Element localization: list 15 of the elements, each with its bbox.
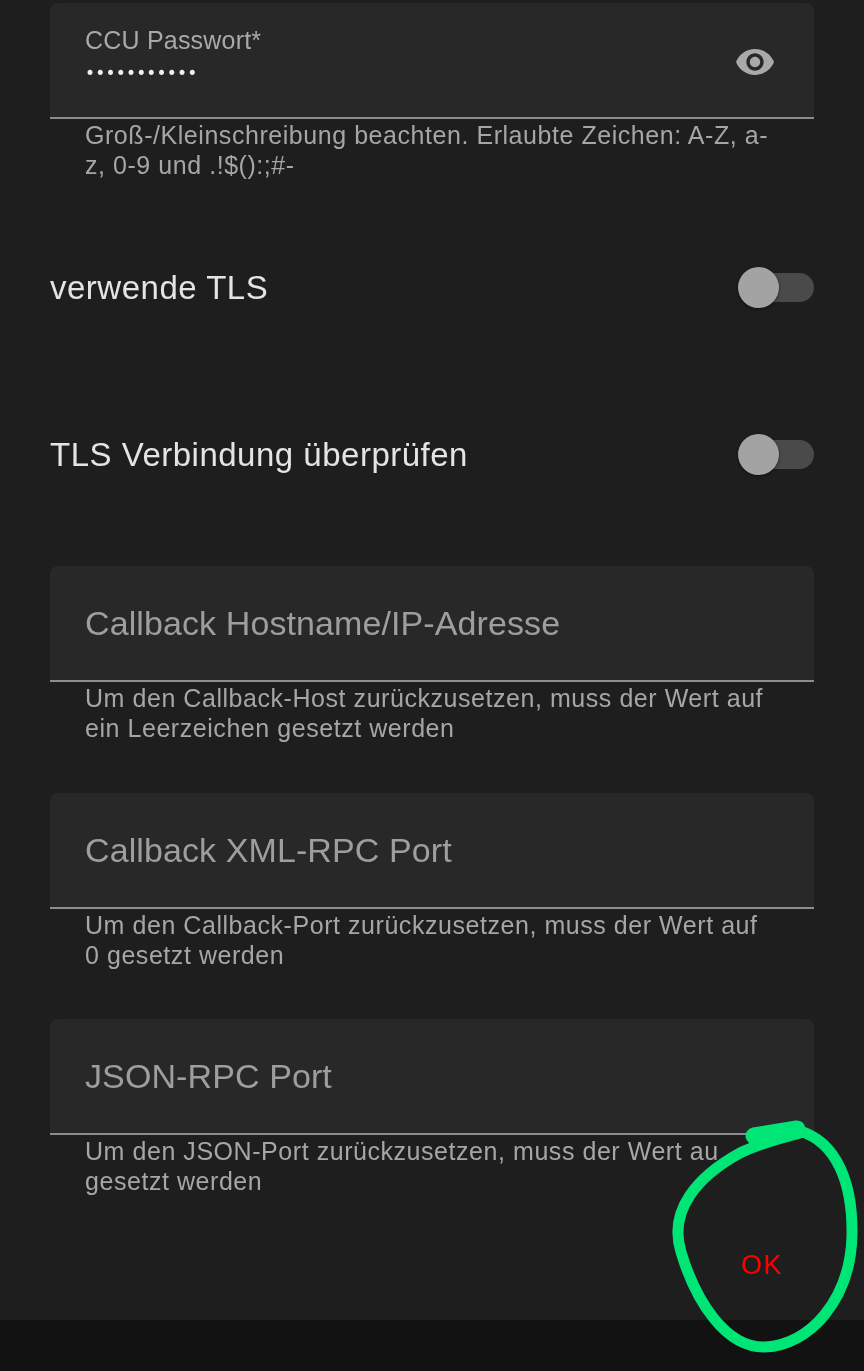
helper-text: Um den Callback-Host zurückzusetzen, muss der Wert auf ein Leerzeichen gesetzt werden <box>84 683 765 743</box>
text-field[interactable]: JSON-RPC Port <box>50 1019 814 1135</box>
eye-icon[interactable] <box>736 49 774 75</box>
text-field[interactable]: Callback Hostname/IP-Adresse <box>50 566 814 682</box>
text-field[interactable]: Callback XML-RPC Port <box>50 793 814 909</box>
switch-label: TLS Verbindung überprüfen <box>50 436 468 474</box>
helper-text: Um den JSON-Port zurückzusetzen, muss der Wert au gesetzt werden <box>84 1136 720 1196</box>
helper-text: Um den Callback-Port zurückzusetzen, muss der Wert auf 0 gesetzt werden <box>84 910 759 970</box>
helper-text: Groß-/Kleinschreibung beachten. Erlaubte Zeichen: A-Z, a-z, 0-9 und .!$():;#- <box>84 120 770 180</box>
ok-button[interactable]: OK <box>725 1240 799 1291</box>
toggle-switch[interactable] <box>738 267 814 309</box>
password-input[interactable]: ••••••••••• <box>85 58 205 88</box>
field-label: CCU Passwort* <box>85 26 262 54</box>
toggle-switch[interactable] <box>738 434 814 476</box>
switch-label: verwende TLS <box>50 269 269 307</box>
